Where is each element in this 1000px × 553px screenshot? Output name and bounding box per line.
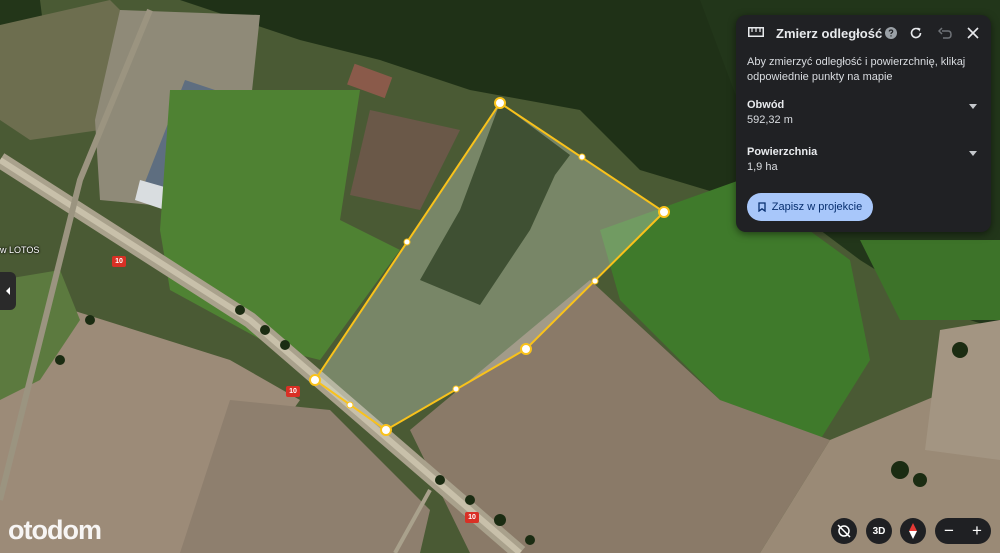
bookmark-icon [758, 202, 766, 212]
undo-button[interactable] [936, 24, 954, 42]
undo-icon [938, 27, 952, 39]
road-number-badge: 10 [112, 256, 126, 267]
zoom-control: − + [935, 518, 991, 544]
close-button[interactable] [964, 24, 982, 42]
3d-button[interactable]: 3D [866, 518, 892, 544]
measure-midpoint [403, 238, 411, 246]
dropdown-arrow-icon[interactable] [969, 151, 977, 156]
perimeter-section[interactable]: Obwód 592,32 m [747, 99, 977, 126]
measure-midpoint [591, 277, 599, 285]
panel-title: Zmierz odległość [776, 26, 883, 41]
refresh-icon [910, 27, 922, 39]
panel-header: Zmierz odległość [736, 15, 991, 53]
crosshair-off-icon [837, 524, 851, 538]
area-label: Powierzchnia [747, 146, 818, 158]
help-button[interactable] [882, 24, 900, 42]
chevron-left-icon [6, 287, 10, 295]
save-to-project-button[interactable]: Zapisz w projekcie [747, 193, 873, 221]
measure-point [380, 424, 392, 436]
measure-midpoint [346, 401, 354, 409]
close-icon [967, 27, 979, 39]
compass-icon [909, 523, 917, 539]
reset-button[interactable] [907, 24, 925, 42]
otodom-watermark: otodom [8, 515, 102, 545]
perimeter-label: Obwód [747, 99, 785, 111]
area-section[interactable]: Powierzchnia 1,9 ha [747, 146, 977, 173]
measure-point [658, 206, 670, 218]
road-number-badge: 10 [286, 386, 300, 397]
side-panel-toggle[interactable] [0, 272, 16, 310]
zoom-out-button[interactable]: − [944, 521, 954, 541]
save-button-label: Zapisz w projekcie [771, 201, 863, 213]
measure-point [520, 343, 532, 355]
ruler-icon [748, 27, 764, 37]
zoom-in-button[interactable]: + [972, 521, 982, 541]
location-button[interactable] [831, 518, 857, 544]
dropdown-arrow-icon[interactable] [969, 104, 977, 109]
road-number-badge: 10 [465, 512, 479, 523]
place-label[interactable]: w LOTOS [0, 245, 39, 255]
area-value: 1,9 ha [747, 161, 778, 173]
measure-point [494, 97, 506, 109]
compass-button[interactable] [900, 518, 926, 544]
measure-distance-panel: Zmierz odległość Aby zmierzyć odległość … [736, 15, 991, 232]
measure-point [309, 374, 321, 386]
perimeter-value: 592,32 m [747, 114, 793, 126]
help-icon [885, 27, 897, 39]
instructions-text: Aby zmierzyć odległość i powierzchnię, k… [747, 56, 966, 83]
measure-midpoint [578, 153, 586, 161]
measure-midpoint [452, 385, 460, 393]
